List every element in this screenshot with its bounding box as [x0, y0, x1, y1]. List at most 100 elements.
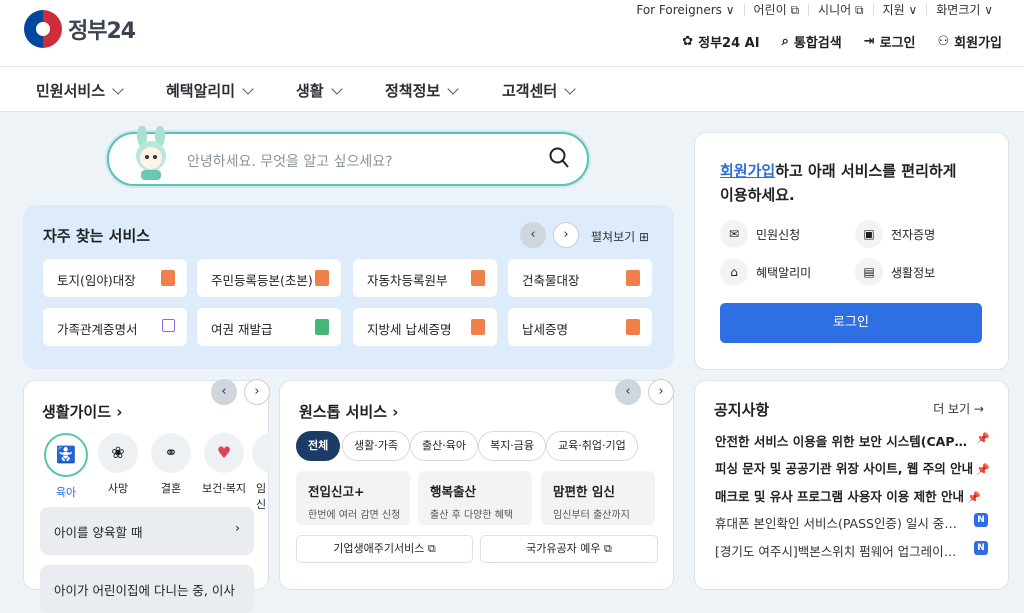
chip-welfare-finance[interactable]: 복지·금융 [478, 431, 546, 461]
service-family-certificate[interactable]: 가족관계증명서 [43, 308, 187, 346]
notice-item[interactable]: 피싱 문자 및 공공기관 위장 사이트, 웹 주의 안내 📌 [715, 458, 990, 477]
for-foreigners-link[interactable]: For Foreigners ∨ [627, 4, 745, 16]
document-icon [471, 319, 485, 335]
book-icon: ▤ [855, 258, 883, 286]
logo-text: 정부24 [68, 19, 136, 44]
chip-all[interactable]: 전체 [296, 431, 341, 461]
ones-next-button[interactable]: › [648, 379, 674, 405]
id-card-icon: ▣ [855, 220, 883, 248]
gov24-ai-button[interactable]: ✿ 정부24 AI [682, 32, 759, 51]
notice-more-link[interactable]: 더 보기 → [933, 400, 984, 417]
signup-link[interactable]: ⚇ 회원가입 [938, 32, 1003, 51]
search-icon: ⌕ [781, 34, 789, 49]
life-guide-panel: 생활가이드 › 🚼 육아 ❀ 사망 ⚭ 결혼 ♥ 보건·복지 임신 아이를 양육할 때 ›… [23, 380, 270, 613]
new-badge: N [974, 513, 988, 527]
pin-icon: 📌 [966, 491, 981, 504]
one-stop-card[interactable]: 행복출산 출산 후 다양한 혜택 [418, 471, 532, 525]
stroller-icon: 🚼 [44, 433, 88, 477]
life-guide-title[interactable]: 생활가이드 › [42, 401, 122, 422]
pin-icon: 📌 [976, 463, 990, 476]
chip-life-family[interactable]: 생활·가족 [342, 431, 410, 461]
pencil-icon [315, 319, 329, 335]
senior-link[interactable]: 시니어 ⧉ [809, 4, 874, 16]
guide-topic-item[interactable]: 아이가 어린이집에 다니는 중, 이사 [40, 565, 254, 613]
guide-pregnancy[interactable]: 임신 [252, 433, 270, 512]
ai-icon: ✿ [682, 34, 694, 49]
service-local-tax-cert[interactable]: 지방세 납세증명 [353, 308, 497, 346]
notice-panel: 공지사항 더 보기 → 안전한 서비스 이용을 위한 보안 시스템(CAPTCH… [694, 380, 1009, 590]
quick-civil-application[interactable]: ✉ 민원신청 [720, 220, 800, 248]
service-passport-reissue[interactable]: 여권 재발급 [197, 308, 341, 346]
nav-civil-service[interactable]: 민원서비스 [36, 80, 122, 101]
quick-life-info[interactable]: ▤ 생활정보 [855, 258, 935, 286]
document-icon [315, 270, 329, 286]
nav-life[interactable]: 생활 [296, 80, 341, 101]
document-icon [161, 270, 175, 286]
login-link[interactable]: ⇥ 로그인 [864, 32, 916, 51]
heart-icon: ♥ [204, 433, 244, 473]
guide-marriage[interactable]: ⚭ 결혼 [147, 433, 195, 496]
nav-policy-info[interactable]: 정책정보 [385, 80, 457, 101]
taegeuk-emblem-icon [24, 10, 62, 48]
service-tax-cert[interactable]: 납세증명 [508, 308, 652, 346]
service-vehicle-register[interactable]: 자동차등록원부 [353, 259, 497, 297]
utility-links: For Foreigners ∨ 어린이 ⧉ 시니어 ⧉ 지원 ∨ 화면크기 ∨ [627, 4, 1002, 16]
guide-childcare[interactable]: 🚼 육아 [42, 433, 90, 500]
search-bar[interactable]: 안녕하세요. 무엇을 알고 싶으세요? [107, 126, 589, 186]
pregnancy-icon [252, 433, 270, 473]
new-badge: N [974, 541, 988, 555]
login-message: 회원가입하고 아래 서비스를 편리하게 이용하세요. [720, 162, 957, 204]
notice-item[interactable]: 안전한 서비스 이용을 위한 보안 시스템(CAPTCHA) 도입📌 [715, 431, 990, 450]
notice-item[interactable]: 휴대폰 본인확인 서비스(PASS인증) 일시 중단 안내 N [715, 513, 990, 532]
main-nav: 민원서비스 혜택알리미 생활 정책정보 고객센터 [0, 66, 1024, 112]
guide-topic-item[interactable]: 아이를 양육할 때 › [40, 507, 254, 555]
login-icon: ⇥ [863, 34, 875, 49]
service-building-register[interactable]: 건축물대장 [508, 259, 652, 297]
external-link-icon [162, 319, 175, 332]
service-land-register[interactable]: 토지(임야)대장 [43, 259, 187, 297]
signup-inline-link[interactable]: 회원가입 [720, 162, 775, 180]
frequent-services-panel: 자주 찾는 서비스 ‹ › 펼쳐보기 ⊞ 토지(임야)대장 주민등록등본(초본)… [23, 205, 674, 369]
gov24-logo[interactable]: 정부24 [24, 10, 136, 48]
signup-icon: ⚇ [937, 34, 950, 49]
guide-health-welfare[interactable]: ♥ 보건·복지 [200, 433, 248, 496]
screen-size-link[interactable]: 화면크기 ∨ [927, 4, 1002, 16]
login-panel: 회원가입하고 아래 서비스를 편리하게 이용하세요. ✉ 민원신청 ▣ 전자증명 ⌂… [694, 132, 1009, 370]
quick-benefit-alert[interactable]: ⌂ 혜택알리미 [720, 258, 811, 286]
guide-death[interactable]: ❀ 사망 [94, 433, 142, 496]
guide-next-button[interactable]: › [244, 379, 270, 405]
chevron-right-icon: › [235, 520, 240, 535]
prev-button[interactable]: ‹ [520, 222, 546, 248]
search-input[interactable]: 안녕하세요. 무엇을 알고 싶으세요? [187, 151, 393, 171]
nav-benefit-alert[interactable]: 혜택알리미 [166, 80, 252, 101]
search-icon[interactable] [549, 147, 569, 169]
mail-icon: ✉ [720, 220, 748, 248]
pin-icon: 📌 [976, 432, 990, 445]
one-stop-card[interactable]: 전입신고+ 한번에 여러 감면 신청 [296, 471, 410, 525]
login-button[interactable]: 로그인 [720, 303, 982, 343]
notice-item[interactable]: 매크로 및 유사 프로그램 사용자 이용 제한 안내 📌 [715, 486, 990, 505]
expand-view-link[interactable]: 펼쳐보기 ⊞ [591, 228, 649, 245]
business-lifecycle-link[interactable]: 기업생애주기서비스 ⧉ [296, 535, 473, 563]
quick-e-certificate[interactable]: ▣ 전자증명 [855, 220, 935, 248]
document-icon [471, 270, 485, 286]
header-actions: ✿ 정부24 AI ⌕ 통합검색 ⇥ 로그인 ⚇ 회원가입 [660, 32, 1002, 51]
gift-icon: ⌂ [720, 258, 748, 286]
document-icon [626, 319, 640, 335]
chip-birth-childcare[interactable]: 출산·육아 [410, 431, 478, 461]
national-merit-link[interactable]: 국가유공자 예우 ⧉ [480, 535, 658, 563]
frequent-services-title: 자주 찾는 서비스 [43, 227, 151, 245]
next-button[interactable]: › [553, 222, 579, 248]
guide-prev-button[interactable]: ‹ [211, 379, 237, 405]
chip-education-employment[interactable]: 교육·취업·기업 [546, 431, 638, 461]
kids-link[interactable]: 어린이 ⧉ [745, 4, 810, 16]
integrated-search-button[interactable]: ⌕ 통합검색 [782, 32, 842, 51]
notice-item[interactable]: [경기도 여주시]백본스위치 펌웨어 업그레이드 작업 안내N [715, 541, 990, 560]
header: 정부24 For Foreigners ∨ 어린이 ⧉ 시니어 ⧉ 지원 ∨ 화… [0, 0, 1024, 66]
ones-prev-button[interactable]: ‹ [615, 379, 641, 405]
one-stop-title[interactable]: 원스톱 서비스 › [299, 401, 398, 422]
support-link[interactable]: 지원 ∨ [874, 4, 928, 16]
service-resident-register[interactable]: 주민등록등본(초본) [197, 259, 341, 297]
nav-customer-center[interactable]: 고객센터 [502, 80, 574, 101]
one-stop-card[interactable]: 맘편한 임신 임신부터 출산까지 [541, 471, 655, 525]
